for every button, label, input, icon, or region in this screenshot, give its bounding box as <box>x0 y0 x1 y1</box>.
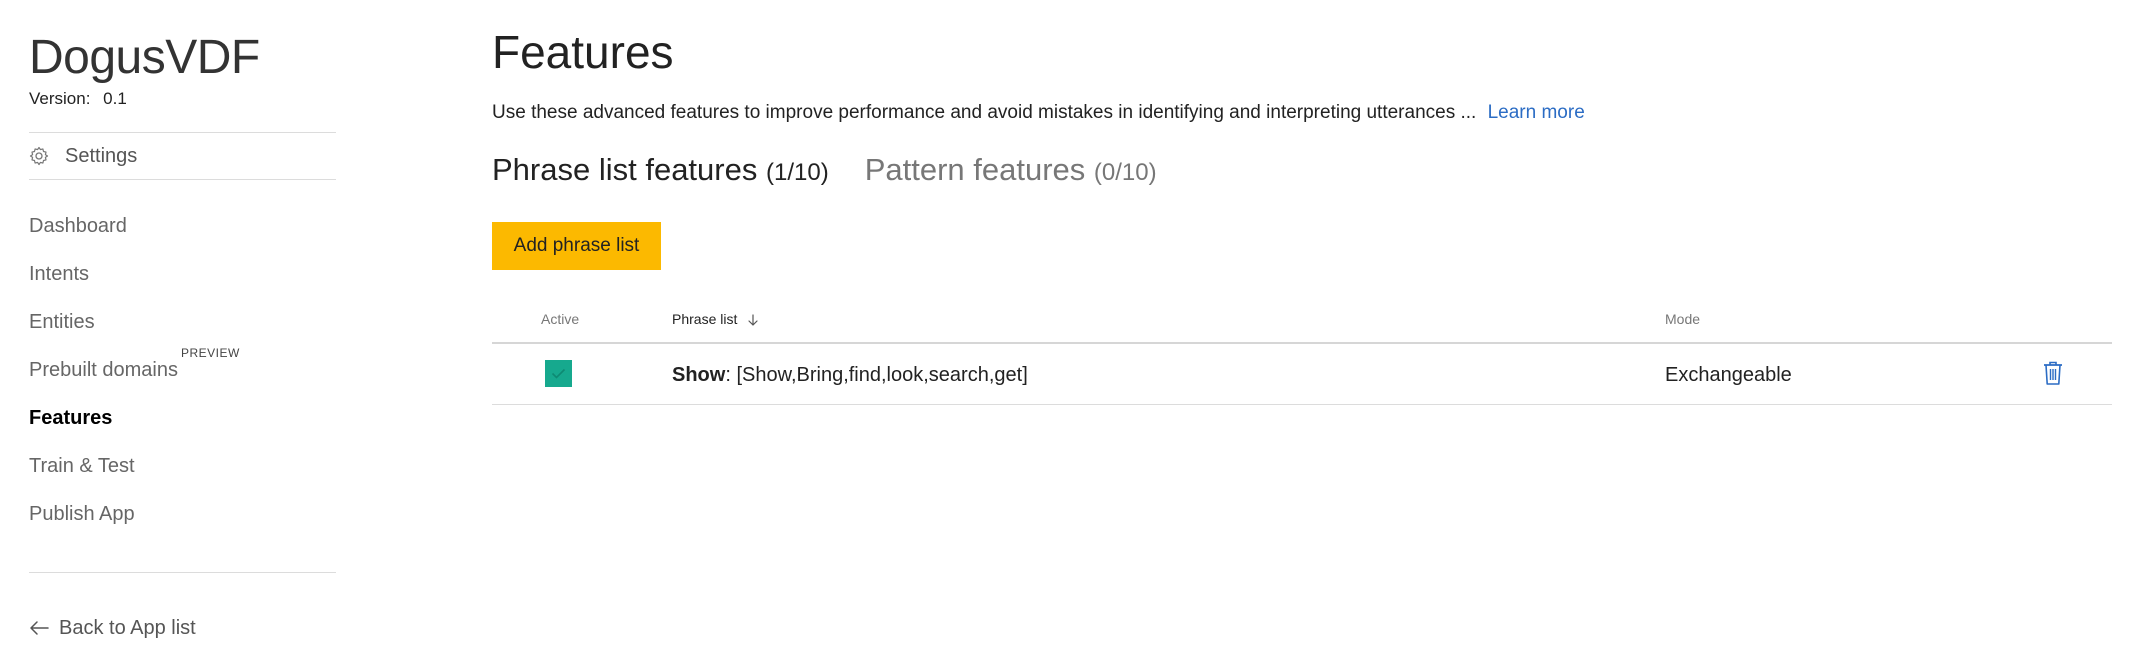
divider-top <box>29 132 336 133</box>
app-root: DogusVDF Version: 0.1 Settings Dashboard… <box>0 0 2142 656</box>
mode-cell: Exchangeable <box>1665 364 1792 386</box>
version-value: 0.1 <box>103 89 127 108</box>
phrase-list-separator: : <box>725 364 731 386</box>
active-checkbox[interactable] <box>545 360 572 387</box>
trash-icon[interactable] <box>2042 360 2064 386</box>
back-link-label: Back to App list <box>59 616 196 639</box>
main-content: Features Use these advanced features to … <box>492 0 2112 656</box>
sidebar-item-intents[interactable]: Intents <box>29 258 178 306</box>
column-header-mode: Mode <box>1665 311 1701 327</box>
sidebar-item-label: Prebuilt domains <box>29 359 178 381</box>
app-version: Version: 0.1 <box>29 88 127 110</box>
sidebar-item-label: Dashboard <box>29 215 127 237</box>
column-header-phrase-list[interactable]: Phrase list <box>672 310 759 328</box>
sidebar-item-train-test[interactable]: Train & Test <box>29 450 178 498</box>
feature-tabs: Phrase list features (1/10) Pattern feat… <box>492 152 1193 188</box>
phrase-list-name: Show <box>672 364 726 386</box>
sort-down-icon <box>748 314 758 326</box>
phrase-list-cell[interactable]: Show: [Show,Bring,find,look,search,get] <box>672 362 1028 388</box>
column-header-label: Phrase list <box>672 311 738 327</box>
divider-settings <box>29 179 336 180</box>
tab-count: (0/10) <box>1093 159 1157 186</box>
page-title: Features <box>492 26 674 78</box>
settings-label: Settings <box>65 144 138 167</box>
version-label: Version: <box>29 89 91 108</box>
page-description: Use these advanced features to improve p… <box>492 100 1585 126</box>
back-to-app-list-link[interactable]: Back to App list <box>29 612 196 644</box>
preview-badge: PREVIEW <box>181 346 240 360</box>
tab-phrase-list-features[interactable]: Phrase list features (1/10) <box>492 152 829 188</box>
sidebar-item-prebuilt-domains[interactable]: Prebuilt domains PREVIEW <box>29 346 239 402</box>
tab-label: Pattern features <box>864 152 1086 187</box>
sidebar-item-label: Entities <box>29 311 95 333</box>
add-phrase-list-button[interactable]: Add phrase list <box>492 222 661 270</box>
arrow-left-icon <box>30 621 49 635</box>
check-icon <box>551 368 566 379</box>
learn-more-link[interactable]: Learn more <box>1488 102 1585 123</box>
sidebar-item-dashboard[interactable]: Dashboard <box>29 210 178 258</box>
app-name: DogusVDF <box>29 31 260 84</box>
phrase-list-table: Active Phrase list Mode Show: [Show,Brin… <box>492 300 2112 405</box>
table-row: Show: [Show,Bring,find,look,search,get] … <box>492 344 2112 405</box>
tab-pattern-features[interactable]: Pattern features (0/10) <box>865 152 1157 188</box>
column-header-active: Active <box>541 311 580 327</box>
phrase-list-values: [Show,Bring,find,look,search,get] <box>736 364 1028 386</box>
sidebar-item-label: Intents <box>29 263 90 285</box>
tab-label: Phrase list features <box>492 152 758 187</box>
sidebar-item-label: Publish App <box>29 503 135 525</box>
sidebar-item-entities[interactable]: Entities <box>29 306 178 354</box>
settings-link[interactable]: Settings <box>29 140 137 172</box>
sidebar-item-label: Features <box>29 407 113 429</box>
sidebar: DogusVDF Version: 0.1 Settings Dashboard… <box>0 0 340 656</box>
sidebar-nav: Dashboard Intents Entities Prebuilt doma… <box>29 210 239 546</box>
description-text: Use these advanced features to improve p… <box>492 102 1477 123</box>
table-header: Active Phrase list Mode <box>492 300 2112 344</box>
sidebar-item-features[interactable]: Features <box>29 402 178 450</box>
sidebar-item-label: Train & Test <box>29 455 135 477</box>
gear-icon <box>29 146 49 166</box>
divider-bottom <box>29 572 336 573</box>
tab-count: (1/10) <box>765 159 829 186</box>
sidebar-item-publish-app[interactable]: Publish App <box>29 498 178 546</box>
